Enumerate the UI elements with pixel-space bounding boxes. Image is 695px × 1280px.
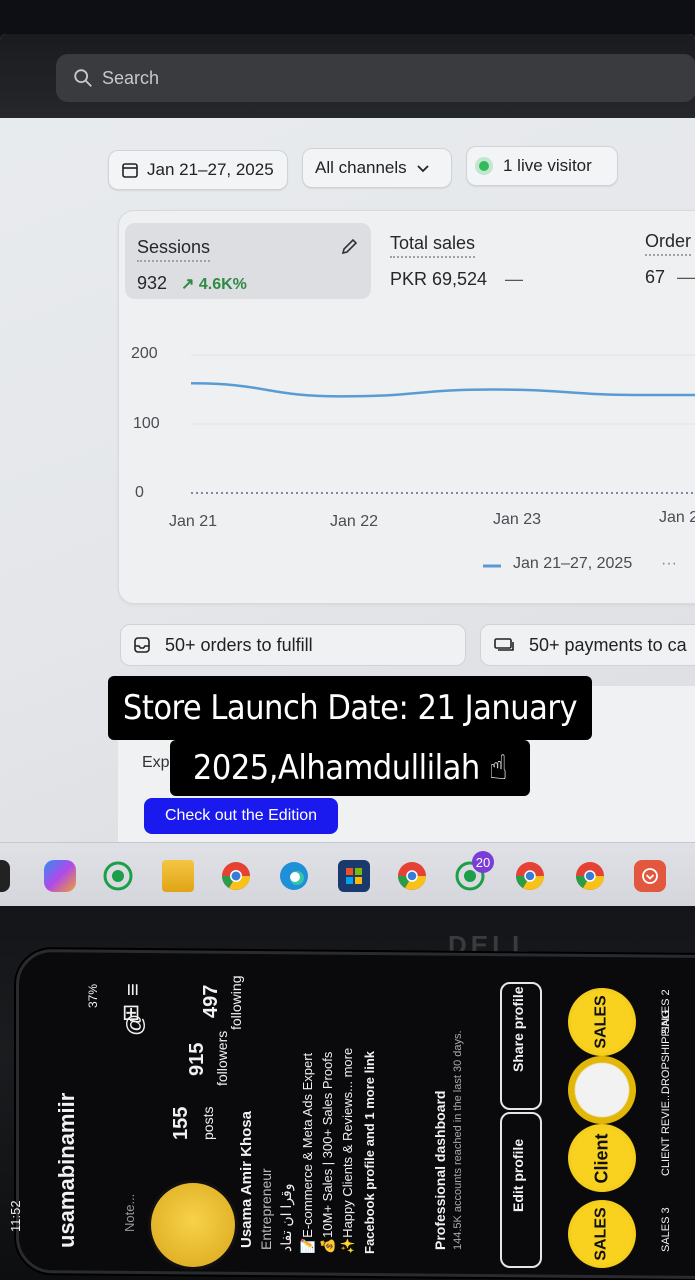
highlight-label: SALES 3 bbox=[660, 1207, 672, 1252]
chrome-icon[interactable] bbox=[220, 860, 252, 892]
legend-more[interactable]: ··· bbox=[661, 555, 677, 573]
notification-badge: 20 bbox=[472, 851, 494, 873]
edit-profile-label: Edit profile bbox=[510, 1138, 526, 1212]
windows-taskbar: 20 bbox=[0, 842, 695, 906]
sessions-line-chart bbox=[190, 354, 695, 494]
profile-links[interactable]: Facebook profile and 1 more link bbox=[362, 1051, 377, 1254]
orders-to-fulfill-button[interactable]: 50+ orders to fulfill bbox=[120, 624, 466, 666]
bio-line-2: 💰10M+ Sales | 300+ Sales Proofs bbox=[320, 1051, 335, 1254]
highlight-label: CLIENT REVIE... bbox=[660, 1091, 672, 1176]
menu-icon[interactable]: ≡ bbox=[120, 983, 146, 996]
dashboard-subtitle: 144.5K accounts reached in the last 30 d… bbox=[452, 1030, 464, 1250]
store-icon[interactable] bbox=[338, 860, 370, 892]
analytics-card: Sessions 932 ↗ 4.6K% Total sales PKR 69,… bbox=[118, 210, 695, 604]
inbox-icon bbox=[134, 637, 150, 653]
add-post-icon[interactable]: ⊞ bbox=[118, 1004, 144, 1022]
bio-line-3[interactable]: ✨Happy Clients & Reviews... more bbox=[340, 1048, 356, 1254]
profile-note[interactable]: Note... bbox=[122, 1194, 137, 1232]
live-visitor-button[interactable]: 1 live visitor bbox=[466, 146, 618, 186]
highlight-label: SALES 2 bbox=[660, 989, 672, 1034]
profile-name: Usama Amir Khosa bbox=[238, 1111, 255, 1248]
search-placeholder: Search bbox=[102, 67, 160, 88]
payments-button[interactable]: 50+ payments to ca bbox=[480, 624, 695, 666]
payments-label: 50+ payments to ca bbox=[529, 634, 687, 655]
calendar-icon bbox=[122, 163, 138, 178]
live-dot-icon bbox=[479, 161, 489, 171]
share-profile-label: Share profile bbox=[510, 986, 526, 1072]
taskbar-edge-icon[interactable] bbox=[0, 860, 10, 892]
channels-select[interactable]: All channels bbox=[302, 148, 452, 188]
highlight-text: SALES bbox=[593, 1207, 610, 1261]
followers-label[interactable]: followers bbox=[214, 1031, 230, 1086]
caption-line-2: 2025,Alhamdullilah ☝ bbox=[170, 740, 530, 796]
professional-dashboard[interactable]: Professional dashboard bbox=[432, 1091, 448, 1250]
phone-battery: 37% bbox=[86, 983, 100, 1008]
profile-avatar[interactable] bbox=[148, 1180, 238, 1270]
highlight-dropshipping[interactable] bbox=[568, 1056, 636, 1124]
edge-icon[interactable] bbox=[278, 860, 310, 892]
highlight-text: SALES bbox=[593, 995, 610, 1049]
promo-text: Exp bbox=[142, 754, 170, 771]
following-label[interactable]: following bbox=[228, 976, 244, 1030]
search-input[interactable]: Search bbox=[56, 54, 695, 102]
posts-count: 155 bbox=[170, 1106, 192, 1140]
chevron-down-icon bbox=[417, 165, 429, 173]
caption-line-1: Store Launch Date: 21 January bbox=[108, 676, 592, 740]
date-range-label: Jan 21–27, 2025 bbox=[147, 160, 274, 179]
chrome-profile-icon[interactable] bbox=[396, 860, 428, 892]
file-explorer-icon[interactable] bbox=[162, 860, 194, 892]
highlight-sales-3[interactable]: SALES bbox=[568, 1200, 636, 1268]
channels-label: All channels bbox=[315, 158, 407, 177]
bio-arabic: وقرا ان تفاد bbox=[278, 1183, 294, 1253]
cash-icon bbox=[494, 638, 514, 651]
copilot-icon[interactable] bbox=[44, 860, 76, 892]
legend-line-icon bbox=[483, 564, 501, 568]
profile-role: Entrepreneur bbox=[258, 1168, 274, 1250]
legend-label: Jan 21–27, 2025 bbox=[513, 555, 633, 572]
orders-to-fulfill-label: 50+ orders to fulfill bbox=[165, 634, 313, 655]
sessions-series-line bbox=[190, 382, 695, 398]
download-app-icon[interactable] bbox=[634, 860, 666, 892]
highlight-client-reviews[interactable]: Client bbox=[568, 1124, 636, 1192]
check-edition-button[interactable]: Check out the Edition bbox=[144, 798, 338, 834]
phone-time: 11:52 bbox=[8, 1200, 23, 1232]
admin-topbar: Search bbox=[0, 34, 695, 118]
highlight-text: Client bbox=[591, 1132, 612, 1184]
profile-username: usamabinamiir bbox=[54, 1092, 79, 1248]
followers-count[interactable]: 915 bbox=[186, 1043, 209, 1076]
following-count[interactable]: 497 bbox=[200, 985, 223, 1018]
bio-line-1: 📝E-commerce & Meta Ads Expert bbox=[300, 1052, 315, 1254]
chrome-icon-2[interactable] bbox=[514, 860, 546, 892]
highlight-sales-2[interactable]: SALES bbox=[568, 988, 636, 1056]
posts-label: posts bbox=[200, 1106, 216, 1140]
chrome-icon-3[interactable] bbox=[574, 860, 606, 892]
whatsapp-icon[interactable] bbox=[102, 860, 134, 892]
search-icon bbox=[74, 69, 92, 87]
date-range-button[interactable]: Jan 21–27, 2025 bbox=[108, 150, 288, 190]
live-visitor-label: 1 live visitor bbox=[503, 156, 592, 175]
